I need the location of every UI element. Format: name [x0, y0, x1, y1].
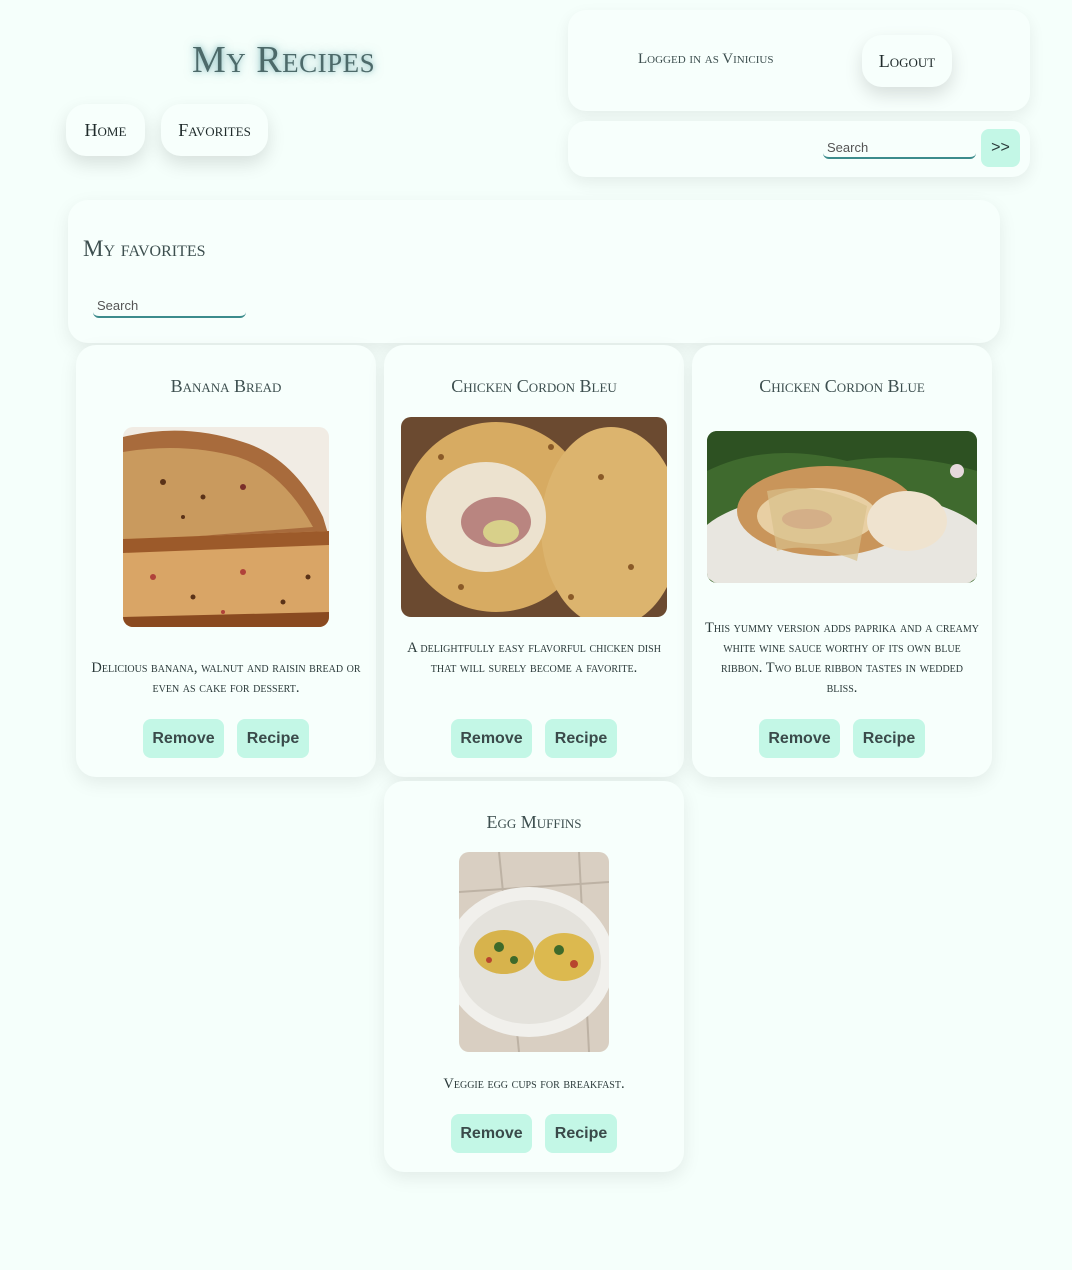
search-submit-button[interactable]: >> — [981, 129, 1020, 167]
logout-button[interactable]: Logout — [862, 35, 952, 87]
remove-button[interactable]: Remove — [759, 719, 840, 758]
recipe-button[interactable]: Recipe — [545, 719, 617, 758]
recipe-card-description: This yummy version adds paprika and a cr… — [705, 620, 979, 696]
recipe-card-egg-muffins: Egg Muffins Veggie egg cups for breakfas… — [384, 781, 684, 1172]
nav-favorites-button[interactable]: Favorites — [161, 104, 268, 156]
site-title: My Recipes — [192, 39, 376, 81]
recipe-card-chicken-cordon-blue: Chicken Cordon Blue This yummy version a… — [692, 345, 992, 777]
recipe-card-chicken-cordon-bleu: Chicken Cordon Bleu A delightfully easy … — [384, 345, 684, 777]
recipe-card-title: Banana Bread — [170, 376, 282, 396]
remove-button[interactable]: Remove — [143, 719, 224, 758]
remove-button[interactable]: Remove — [451, 1114, 532, 1153]
recipe-card-title: Egg Muffins — [486, 812, 582, 832]
favorites-title: My favorites — [83, 236, 206, 261]
recipe-card-description: Delicious banana, walnut and raisin brea… — [91, 660, 361, 696]
chicken-cordon-bleu-photo — [401, 417, 667, 617]
recipe-card-banana-bread: Banana Bread Delicious banana, walnut an… — [76, 345, 376, 777]
egg-muffins-photo — [459, 852, 609, 1052]
recipe-button[interactable]: Recipe — [237, 719, 309, 758]
recipe-button[interactable]: Recipe — [545, 1114, 617, 1153]
recipe-card-description: Veggie egg cups for breakfast. — [443, 1076, 625, 1092]
nav-home-button[interactable]: Home — [66, 104, 145, 156]
banana-bread-photo — [123, 427, 329, 627]
favorites-panel: My favorites — [68, 200, 1000, 343]
chicken-cordon-blue-photo — [707, 431, 977, 583]
logged-in-text: Logged in as Vinicius — [638, 51, 774, 67]
user-panel: Logged in as Vinicius Logout — [568, 10, 1030, 111]
top-search-panel: >> — [568, 121, 1030, 177]
favorites-search-input[interactable] — [93, 294, 246, 318]
remove-button[interactable]: Remove — [451, 719, 532, 758]
top-search-input[interactable] — [823, 137, 976, 159]
recipe-card-description: A delightfully easy flavorful chicken di… — [407, 640, 661, 676]
recipe-button[interactable]: Recipe — [853, 719, 925, 758]
recipe-card-title: Chicken Cordon Blue — [759, 376, 925, 396]
recipe-card-title: Chicken Cordon Bleu — [451, 376, 617, 396]
